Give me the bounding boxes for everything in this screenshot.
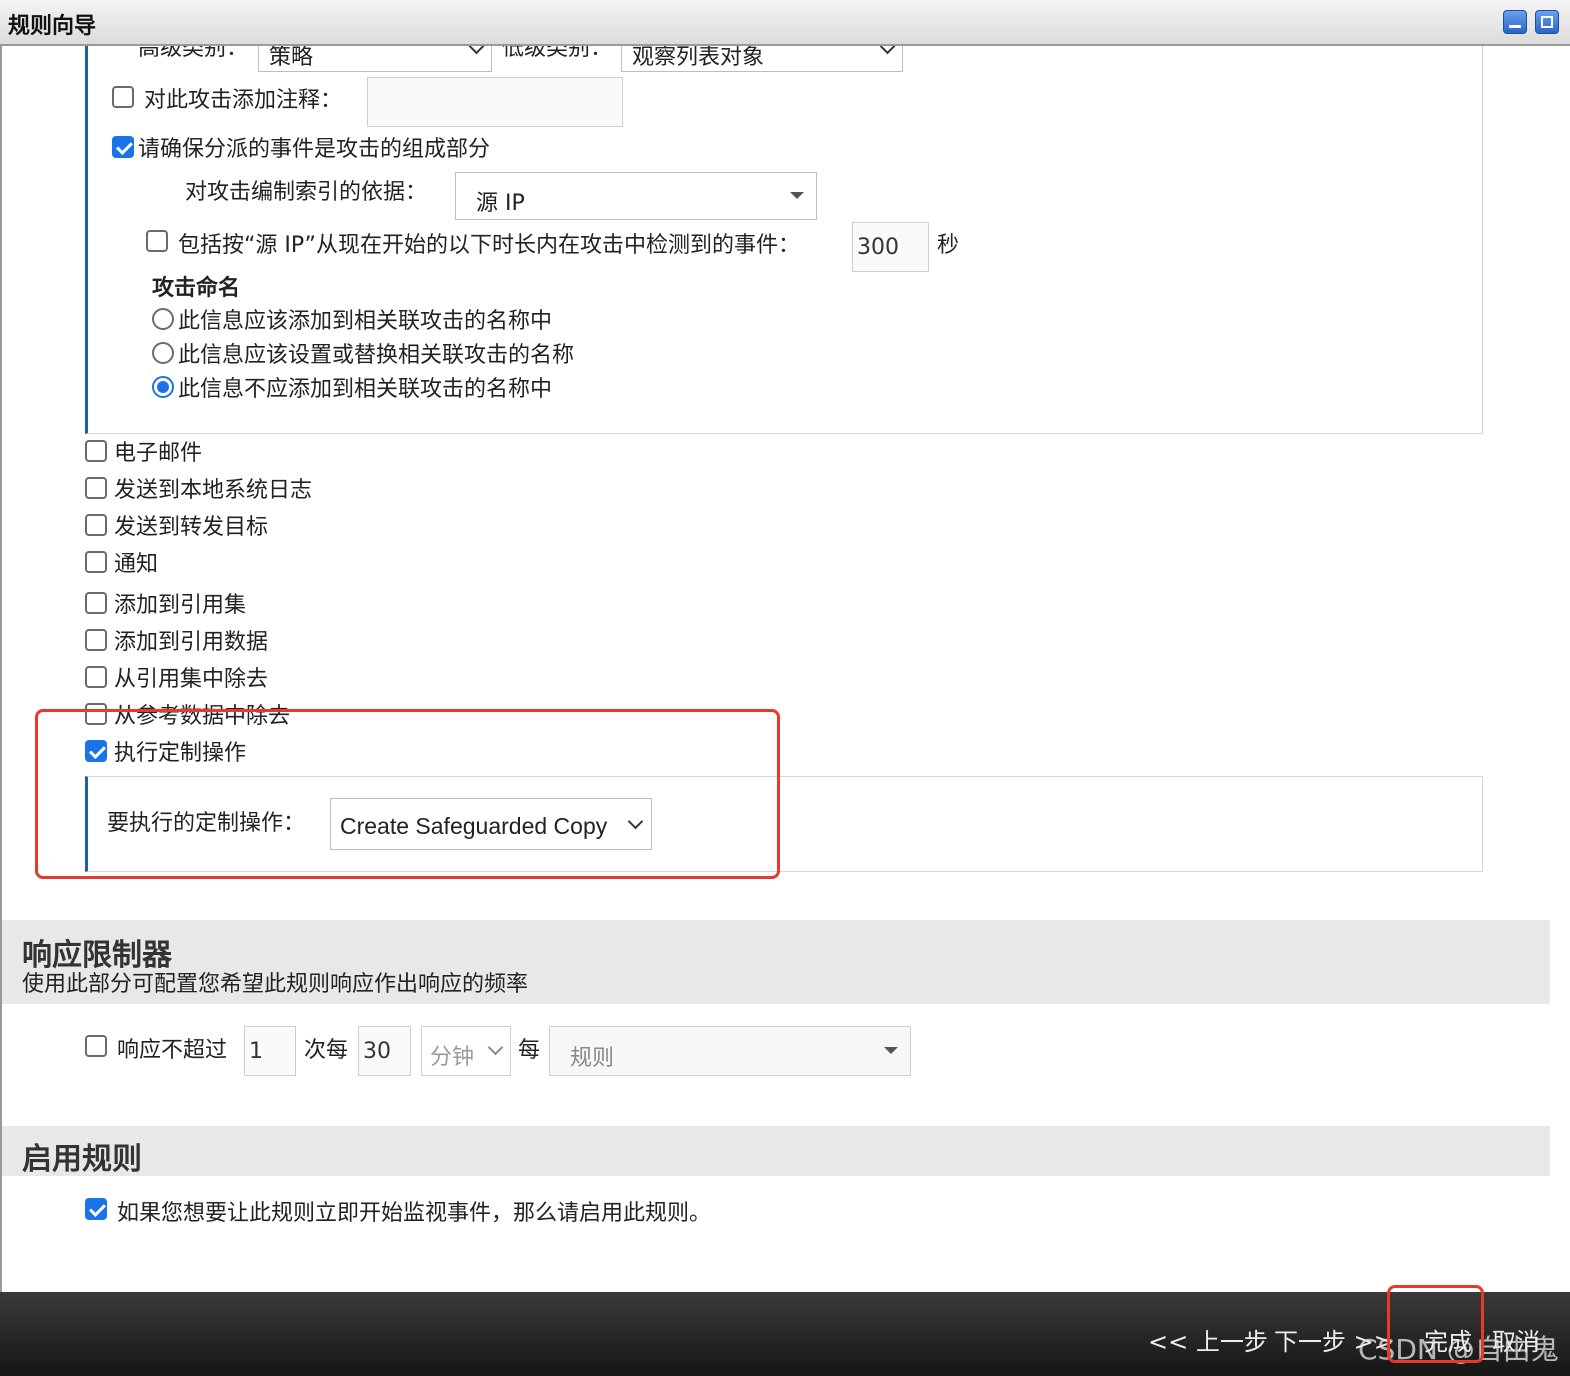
ensure-part-label: 请确保分派的事件是攻击的组成部分 [138,137,491,162]
naming-option-label: 此信息应该设置或替换相关联攻击的名称 [178,343,575,368]
limiter-unit-value: 分钟 [430,1045,475,1070]
index-by-select[interactable]: 源 IP [455,172,817,220]
maximize-button[interactable] [1535,10,1559,34]
index-by-label: 对攻击编制索引的依据： [185,180,428,205]
include-events-duration-input[interactable]: 300 [852,222,929,272]
action-label: 从引用集中除去 [114,667,269,692]
include-events-label: 包括按“源 IP”从现在开始的以下时长内在攻击中检测到的事件： [178,233,800,258]
limiter-period-input[interactable]: 30 [358,1026,411,1076]
naming-option-label: 此信息不应添加到相关联攻击的名称中 [178,377,553,402]
include-events-checkbox[interactable] [146,230,168,252]
enable-rule-label: 如果您想要让此规则立即开始监视事件，那么请启用此规则。 [117,1201,712,1226]
ensure-part-checkbox[interactable] [112,136,134,158]
action-label: 添加到引用集 [114,593,247,618]
limiter-label: 响应不超过 [117,1038,228,1063]
window-left-border [0,46,2,1292]
naming-heading: 攻击命名 [152,276,241,301]
action-remove-refset-checkbox[interactable] [85,666,107,688]
annotate-label: 对此攻击添加注释： [144,88,343,113]
annotate-input[interactable] [367,77,623,127]
index-by-value: 源 IP [476,191,525,216]
seconds-unit: 秒 [937,233,960,258]
enable-section-header: 启用规则 [2,1126,1550,1177]
caret-down-icon [790,192,804,199]
action-notify-checkbox[interactable] [85,551,107,573]
chevron-down-icon [487,1039,504,1056]
limiter-count-input[interactable]: 1 [244,1026,296,1076]
action-email-checkbox[interactable] [85,440,107,462]
naming-option-label: 此信息应该添加到相关联攻击的名称中 [178,309,553,334]
naming-option-radio[interactable] [152,342,174,364]
title-bar-overlay: 规则向导 [0,0,1570,46]
action-add-refset-checkbox[interactable] [85,592,107,614]
limiter-section-header: 响应限制器 使用此部分可配置您希望此规则响应作出响应的频率 [2,920,1550,1004]
enable-rule-checkbox[interactable] [85,1198,107,1220]
minimize-button[interactable] [1503,10,1527,34]
window-title: 规则向导 [8,14,97,39]
finish-highlight-box [1387,1285,1484,1363]
enable-title: 启用规则 [22,1142,142,1177]
action-label: 通知 [114,552,159,577]
naming-option-radio[interactable] [152,376,174,398]
highlight-box [35,709,780,879]
limiter-title: 响应限制器 [22,938,172,973]
action-syslog-checkbox[interactable] [85,477,107,499]
limiter-unit-select[interactable]: 分钟 [421,1026,511,1076]
action-label: 添加到引用数据 [114,630,269,655]
limiter-scope-select[interactable]: 规则 [549,1026,911,1076]
action-label: 电子邮件 [114,441,203,466]
annotate-checkbox[interactable] [112,86,134,108]
action-label: 发送到本地系统日志 [114,478,313,503]
action-label: 发送到转发目标 [114,515,269,540]
limiter-scope-value: 规则 [570,1046,615,1071]
limiter-checkbox[interactable] [85,1035,107,1057]
prev-button[interactable]: << 上一步 [1148,1322,1268,1357]
limiter-description: 使用此部分可配置您希望此规则响应作出响应的频率 [22,972,529,997]
limiter-per-label: 次每 [304,1038,349,1063]
naming-option-radio[interactable] [152,308,174,330]
limiter-each-label: 每 [518,1038,541,1063]
action-add-refdata-checkbox[interactable] [85,629,107,651]
caret-down-icon [884,1047,898,1054]
action-forward-checkbox[interactable] [85,514,107,536]
